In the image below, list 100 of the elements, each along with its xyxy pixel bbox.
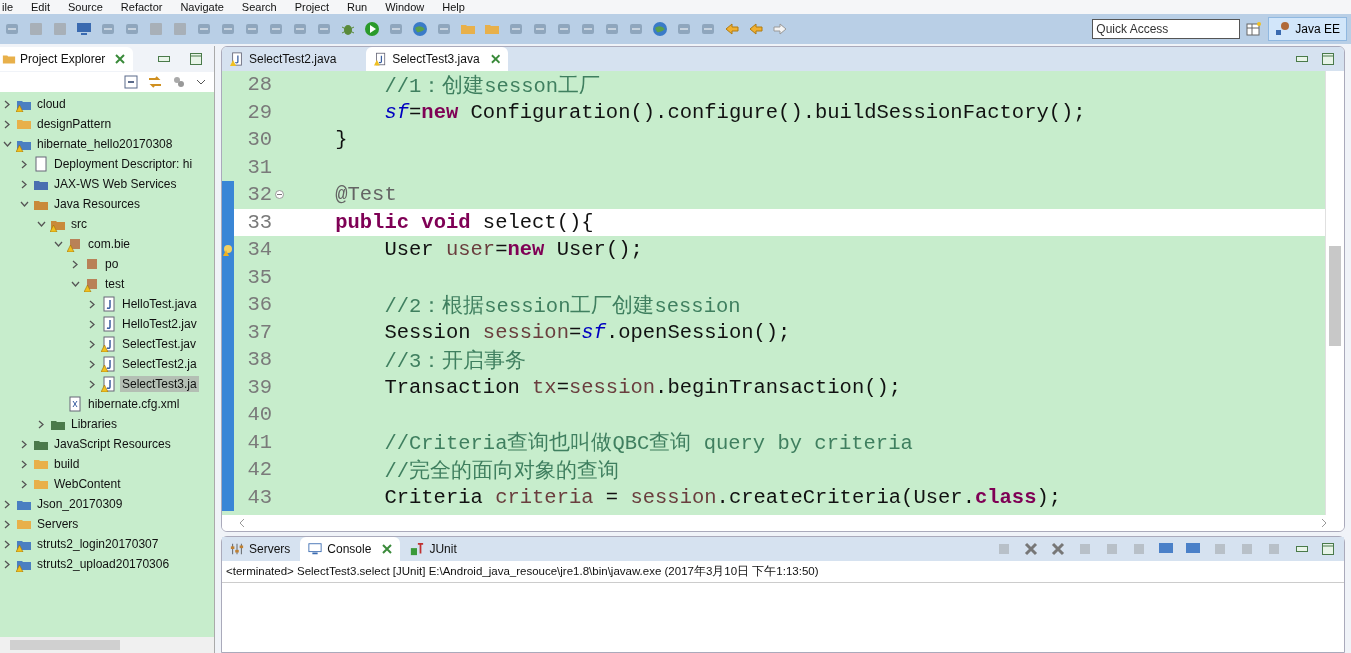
tree-item[interactable]: Servers — [35, 516, 81, 532]
removeall-icon[interactable] — [1050, 541, 1066, 557]
tree-item[interactable]: Deployment Descriptor: hi — [52, 156, 195, 172]
menu-item[interactable]: Edit — [31, 0, 50, 14]
junit-icon — [410, 542, 425, 556]
expanded-chevron-icon[interactable] — [18, 199, 30, 209]
close-icon[interactable] — [490, 54, 500, 64]
line-number: 28 — [246, 73, 272, 97]
editor-tab[interactable]: SelectTest3.java — [366, 47, 508, 71]
line-number: 32 — [246, 183, 272, 207]
java-file-icon — [230, 52, 244, 66]
maximize-icon[interactable] — [1322, 543, 1334, 555]
tree-item[interactable]: JavaScript Resources — [52, 436, 173, 452]
earth-icon[interactable] — [652, 21, 668, 37]
code-line: } — [334, 128, 348, 152]
code-line: //2：根据session工厂创建session — [383, 293, 741, 319]
menu-item[interactable]: Project — [294, 0, 329, 14]
maximize-icon[interactable] — [190, 53, 202, 65]
scrollbar-thumb[interactable] — [10, 640, 120, 650]
line-number: 33 — [246, 210, 272, 234]
view-tab[interactable]: Servers — [222, 537, 299, 561]
tree-item[interactable]: SelectTest3.ja — [120, 376, 199, 392]
close-icon[interactable] — [382, 544, 393, 554]
link-editor-icon[interactable] — [148, 75, 162, 89]
line-number: 42 — [246, 458, 272, 482]
line-number: 43 — [246, 485, 272, 509]
tree-item[interactable]: com.bie — [86, 236, 133, 252]
line-number: 29 — [246, 100, 272, 124]
scroll-left-icon[interactable] — [238, 518, 246, 528]
view-tab[interactable]: JUnit — [402, 537, 465, 561]
tree-item[interactable]: src — [69, 216, 89, 232]
maximize-icon[interactable] — [1322, 53, 1334, 65]
back-icon[interactable] — [748, 21, 764, 37]
prev-icon[interactable] — [724, 21, 740, 37]
close-icon[interactable] — [115, 54, 126, 64]
remove-icon[interactable] — [1023, 541, 1039, 557]
code-line: Transaction tx=session.beginTransaction(); — [383, 375, 902, 399]
code-line: //1：创建sesson工厂 — [383, 73, 601, 99]
tree-item[interactable]: po — [103, 256, 121, 272]
line-number: 34 — [246, 238, 272, 262]
perspective-icon — [1275, 21, 1292, 37]
menu-item[interactable]: Search — [241, 0, 277, 14]
tree-item[interactable]: Java Resources — [52, 196, 143, 212]
view-tab[interactable]: Project Explorer — [0, 47, 134, 71]
tree-item[interactable]: cloud — [35, 96, 68, 112]
line-number: 41 — [246, 430, 272, 454]
tree-item[interactable]: HelloTest.java — [120, 296, 199, 312]
quick-access-field[interactable]: Quick Access — [1092, 19, 1241, 39]
tree-item[interactable]: HelloTest2.jav — [120, 316, 199, 332]
view-tab[interactable]: Console — [300, 537, 401, 561]
expanded-chevron-icon[interactable] — [35, 219, 47, 229]
menu-item[interactable]: Window — [385, 0, 425, 14]
line-number: 36 — [246, 293, 272, 317]
menu-item[interactable]: Navigate — [180, 0, 224, 14]
tree-item[interactable]: test — [103, 276, 127, 292]
tree-item[interactable]: SelectTest.jav — [120, 336, 199, 352]
globe-icon[interactable] — [412, 21, 428, 37]
menu-item[interactable]: Run — [346, 0, 368, 14]
tree-item[interactable]: SelectTest2.ja — [120, 356, 199, 372]
expanded-chevron-icon[interactable] — [1, 139, 13, 149]
scroll-right-icon[interactable] — [1320, 518, 1328, 528]
line-number: 38 — [246, 348, 272, 372]
menu-item[interactable]: ile — [2, 0, 13, 14]
tree-item[interactable]: Libraries — [69, 416, 120, 432]
editor-tab[interactable]: SelectTest2.java — [222, 47, 364, 71]
minimize-icon[interactable] — [158, 56, 170, 62]
line-number: 31 — [246, 155, 272, 179]
fold-icon[interactable] — [274, 190, 284, 200]
menu-item[interactable]: Source — [68, 0, 103, 14]
monitor-icon[interactable] — [76, 21, 92, 37]
servers-icon — [230, 542, 244, 556]
scrollbar-thumb[interactable] — [1329, 246, 1341, 346]
menu-item[interactable]: Help — [442, 0, 465, 14]
tree-item[interactable]: struts2_upload20170306 — [35, 556, 172, 572]
console-status: <terminated> SelectTest3.select [JUnit] E:\Android_java_resouce\jre1.8\bin\javaw.exe (2017年3月10日 下午1:13:50) — [222, 561, 1344, 583]
tree-item[interactable]: struts2_login20170307 — [35, 536, 161, 552]
tree-item[interactable]: Json_20170309 — [35, 496, 125, 512]
tree-item[interactable]: designPattern — [35, 116, 114, 132]
minimize-icon[interactable] — [1296, 56, 1308, 62]
perspective-button[interactable]: Java EE — [1268, 17, 1347, 41]
minimize-icon[interactable] — [1296, 546, 1308, 552]
tree-item[interactable]: hibernate_hello20170308 — [35, 136, 175, 152]
code-line: Session session=sf.openSession(); — [383, 320, 791, 344]
open-perspective-icon[interactable] — [1246, 21, 1263, 37]
view-title: Project Explorer — [20, 52, 106, 66]
collapse-all-icon[interactable] — [124, 75, 138, 89]
expanded-chevron-icon[interactable] — [52, 239, 64, 249]
code-line: User user=new User(); — [383, 238, 643, 262]
run-icon[interactable] — [364, 21, 380, 37]
code-line: @Test — [334, 183, 397, 207]
tree-item[interactable]: hibernate.cfg.xml — [86, 396, 182, 412]
expanded-chevron-icon[interactable] — [69, 279, 81, 289]
view-menu-icon[interactable] — [196, 78, 206, 86]
tree-item[interactable]: build — [52, 456, 82, 472]
code-line: Criteria criteria = session.createCriteria(User.class); — [383, 485, 1062, 509]
quick-fix-icon[interactable] — [222, 243, 234, 256]
fwd-icon[interactable] — [772, 21, 788, 37]
menu-item[interactable]: Refactor — [120, 0, 163, 14]
tree-item[interactable]: JAX-WS Web Services — [52, 176, 179, 192]
tree-item[interactable]: WebContent — [52, 476, 123, 492]
